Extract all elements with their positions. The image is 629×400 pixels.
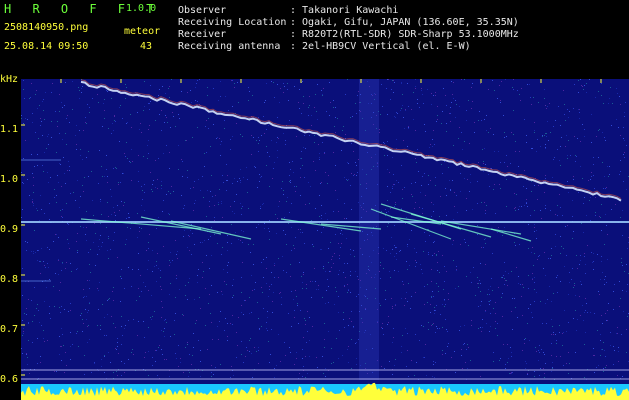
y-tick-label: 1.0 (0, 174, 19, 185)
observation-datetime: 25.08.14 09:50 (4, 41, 89, 52)
info-key-location: Receiving Location (178, 17, 287, 28)
meteor-count: 43 (140, 41, 153, 52)
y-axis-unit-label: kHz (0, 74, 19, 85)
y-tick-label: 0.7 (0, 324, 19, 335)
spectrogram-canvas (21, 79, 629, 400)
spectrogram (21, 79, 629, 400)
info-key-antenna: Receiving antenna (178, 41, 281, 52)
info-key-receiver: Receiver (178, 29, 227, 40)
info-value-observer: : Takanori Kawachi (290, 5, 399, 16)
app-version: 1.0.0 (126, 3, 157, 14)
info-value-location: : Ogaki, Gifu, JAPAN (136.60E, 35.35N) (290, 17, 519, 28)
header-panel: H R O F F T 1.0.0 2508140950.png meteor … (0, 0, 629, 72)
y-tick-label: 1.1 (0, 124, 19, 135)
y-tick-label: 0.6 (0, 374, 19, 385)
info-value-receiver: : R820T2(RTL-SDR) SDR-Sharp 53.1000MHz (290, 29, 519, 40)
y-tick-label: 0.9 (0, 224, 19, 235)
info-value-antenna: : 2el-HB9CV Vertical (el. E-W) (290, 41, 471, 52)
meteor-label: meteor (124, 26, 161, 37)
info-key-observer: Observer (178, 5, 227, 16)
spectrogram-background (21, 79, 629, 400)
y-tick-label: 0.8 (0, 274, 19, 285)
image-filename: 2508140950.png (4, 22, 89, 33)
interference-band (359, 79, 379, 380)
